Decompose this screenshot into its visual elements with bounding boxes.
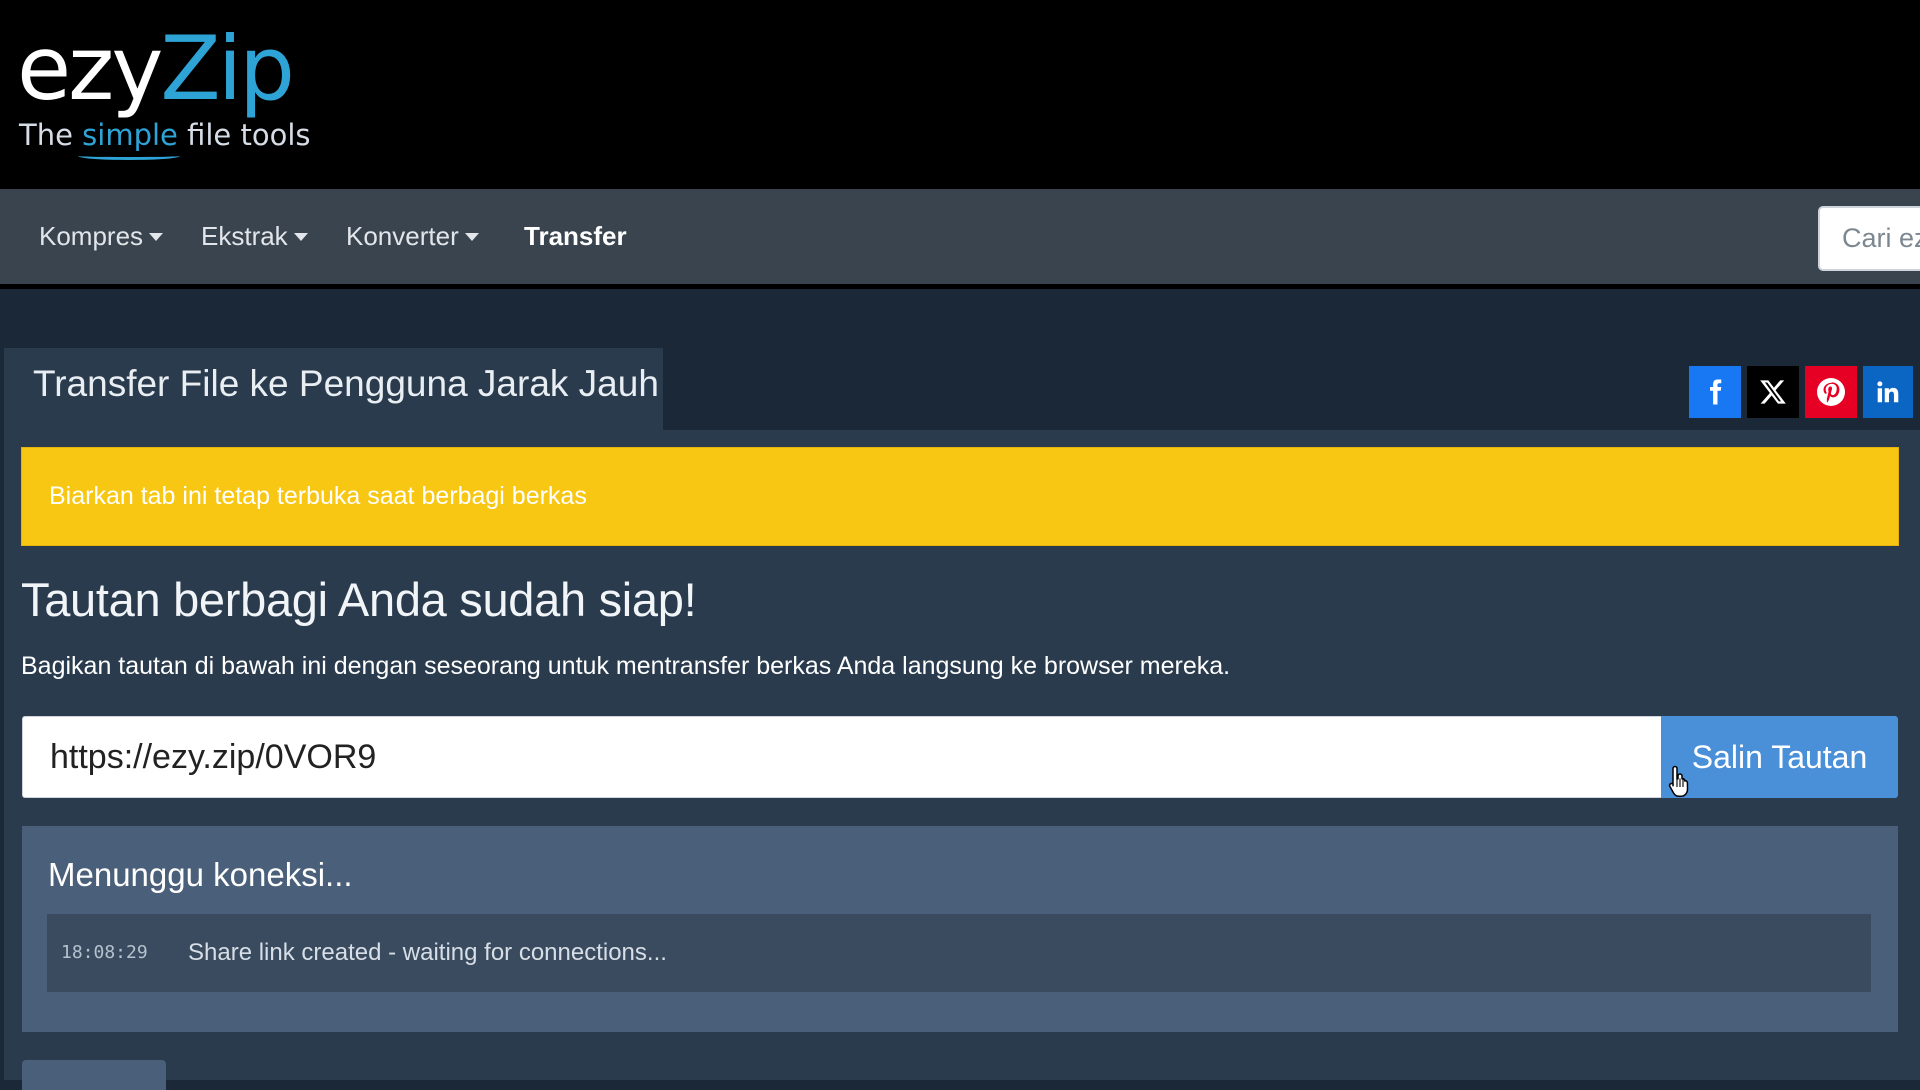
pinterest-icon	[1817, 378, 1845, 406]
logo-word-blue: Zip	[160, 17, 295, 120]
status-title: Menunggu koneksi...	[48, 856, 353, 893]
nav-transfer[interactable]: Transfer	[524, 189, 627, 284]
nav-konverter[interactable]: Konverter	[346, 189, 479, 284]
tagline-before: The	[19, 118, 83, 152]
ezyzip-logo[interactable]: ezyZip The simple file tools	[17, 14, 311, 174]
partial-button[interactable]	[22, 1060, 166, 1090]
tagline-after: file tools	[177, 118, 311, 152]
alert-text: Biarkan tab ini tetap terbuka saat berba…	[49, 482, 587, 510]
main-navbar: Kompres Ekstrak Konverter Transfer	[0, 189, 1920, 289]
nav-kompres-label: Kompres	[39, 221, 144, 251]
tab-title: Transfer File ke Pengguna Jarak Jauh	[33, 363, 659, 404]
log-message: Share link created - waiting for connect…	[188, 939, 667, 966]
chevron-down-icon	[464, 233, 479, 241]
share-link-field[interactable]	[22, 716, 1662, 798]
logo-tagline: The simple file tools	[19, 118, 311, 152]
linkedin-icon	[1877, 381, 1899, 403]
nav-ekstrak[interactable]: Ekstrak	[201, 189, 308, 284]
nav-konverter-label: Konverter	[346, 221, 459, 251]
pinterest-share-button[interactable]	[1805, 366, 1857, 418]
tab-transfer-file[interactable]: Transfer File ke Pengguna Jarak Jauh	[4, 348, 663, 430]
linkedin-share-button[interactable]	[1863, 366, 1913, 418]
facebook-icon	[1710, 379, 1722, 405]
share-description: Bagikan tautan di bawah ini dengan seseo…	[21, 652, 1231, 680]
share-heading: Tautan berbagi Anda sudah siap!	[21, 573, 697, 626]
log-entry: 18:08:29 Share link created - waiting fo…	[47, 914, 1871, 992]
chevron-down-icon	[293, 233, 308, 241]
nav-ekstrak-label: Ekstrak	[201, 221, 288, 251]
search-input[interactable]	[1818, 206, 1920, 271]
warning-alert: Biarkan tab ini tetap terbuka saat berba…	[21, 447, 1899, 546]
site-header: ezyZip The simple file tools	[0, 0, 1920, 189]
logo-word-white: ezy	[17, 17, 163, 120]
copy-link-button[interactable]: Salin Tautan	[1661, 716, 1898, 798]
tagline-highlight: simple	[82, 118, 178, 152]
nav-kompres[interactable]: Kompres	[39, 189, 164, 284]
nav-transfer-label: Transfer	[524, 221, 627, 251]
log-timestamp: 18:08:29	[61, 942, 148, 963]
facebook-share-button[interactable]	[1689, 366, 1741, 418]
x-share-button[interactable]	[1747, 366, 1799, 418]
logo-wordmark: ezyZip	[17, 14, 295, 124]
x-icon	[1760, 380, 1786, 404]
connection-status-box: Menunggu koneksi... 18:08:29 Share link …	[22, 826, 1898, 1032]
chevron-down-icon	[149, 233, 164, 241]
